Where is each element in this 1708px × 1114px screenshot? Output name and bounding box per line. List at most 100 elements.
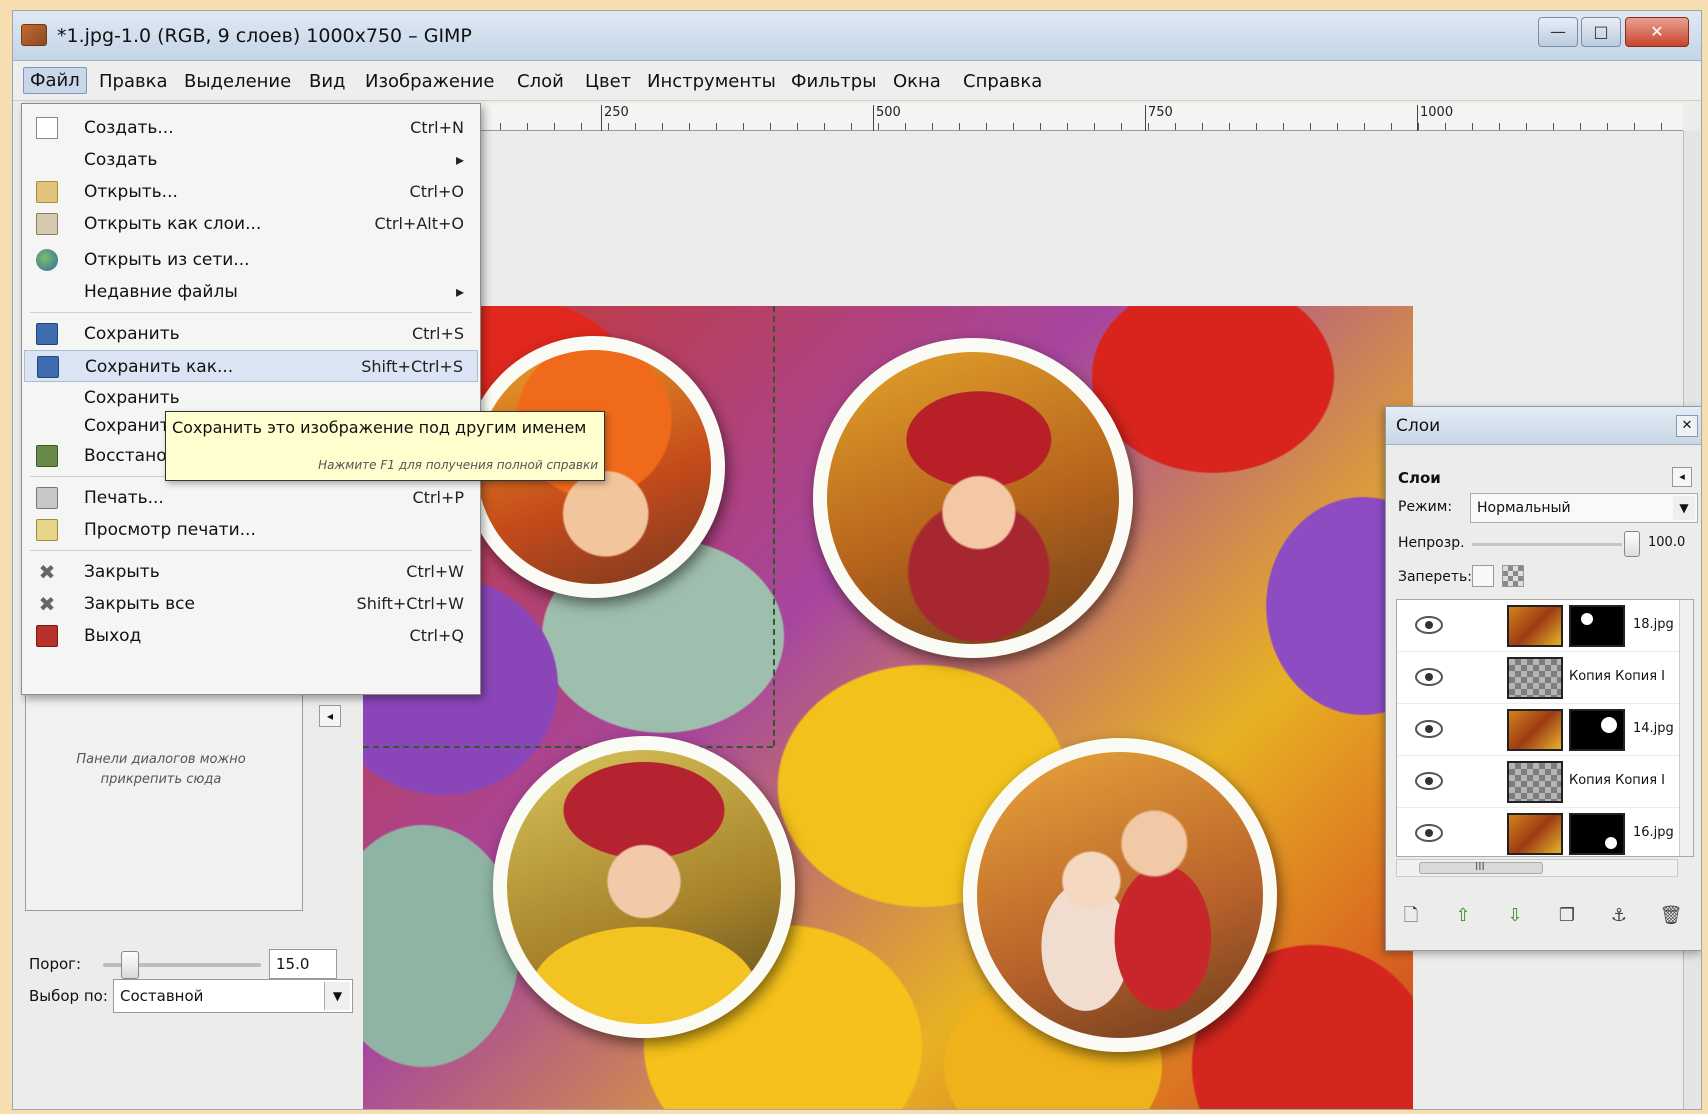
menu-item-open-as-layers[interactable]: Открыть как слои... Ctrl+Alt+O <box>24 208 478 240</box>
layer-row[interactable]: 14.jpg <box>1397 704 1681 756</box>
dock-menu-arrow-icon[interactable]: ◂ <box>319 705 341 727</box>
menu-item-shortcut: Ctrl+P <box>412 488 464 507</box>
lower-layer-icon[interactable]: ⇩ <box>1500 901 1530 929</box>
menu-item-label: Закрыть <box>84 562 160 582</box>
menu-item-shortcut: Ctrl+S <box>411 324 464 343</box>
menu-select[interactable]: Выделение <box>178 69 297 94</box>
menu-help[interactable]: Справка <box>957 69 1048 94</box>
close-x-icon: ✖ <box>38 560 56 584</box>
menu-item-label: Выход <box>84 626 142 646</box>
photo-girl-red-beret-top <box>813 338 1133 658</box>
anchor-layer-icon[interactable]: ⚓ <box>1604 901 1634 929</box>
layer-thumbnail <box>1507 813 1563 855</box>
layers-heading: Слои <box>1398 469 1441 487</box>
menu-item-new[interactable]: Создать... Ctrl+N <box>24 112 478 144</box>
ruler-label: 500 <box>873 105 901 131</box>
horizontal-ruler[interactable]: 250 500 750 1000 <box>473 103 1683 131</box>
eye-icon[interactable] <box>1415 668 1443 686</box>
layer-name[interactable]: 18.jpg <box>1633 617 1683 632</box>
eye-icon[interactable] <box>1415 720 1443 738</box>
menu-item-label: Сохранить <box>84 324 180 344</box>
lock-alpha-checkbox[interactable] <box>1502 565 1524 587</box>
menu-item-save[interactable]: Сохранить Ctrl+S <box>24 318 478 350</box>
menu-item-open-location[interactable]: Открыть из сети... <box>24 244 478 276</box>
menu-image[interactable]: Изображение <box>359 69 500 94</box>
minimize-button[interactable]: — <box>1538 17 1578 47</box>
eye-icon[interactable] <box>1415 616 1443 634</box>
menu-item-print-preview[interactable]: Просмотр печати... <box>24 514 478 546</box>
menu-item-label: Закрыть все <box>84 594 195 614</box>
chevron-down-icon[interactable]: ▼ <box>324 982 350 1010</box>
maximize-button[interactable]: □ <box>1581 17 1621 47</box>
layer-row[interactable]: Копия Копия I <box>1397 652 1681 704</box>
selection-guide <box>363 746 773 748</box>
select-by-dropdown[interactable]: Составной ▼ <box>113 979 353 1013</box>
menu-layer[interactable]: Слой <box>511 69 570 94</box>
menu-filters[interactable]: Фильтры <box>785 69 882 94</box>
selection-guide <box>773 306 775 746</box>
title-bar[interactable]: *1.jpg-1.0 (RGB, 9 слоев) 1000x750 – GIM… <box>13 11 1701 61</box>
layer-name[interactable]: 16.jpg <box>1633 825 1683 840</box>
mode-dropdown[interactable]: Нормальный ▼ <box>1470 493 1698 523</box>
menu-item-save-as[interactable]: Сохранить как... Shift+Ctrl+S <box>24 350 478 382</box>
menu-item-shortcut: Shift+Ctrl+W <box>356 594 464 613</box>
panel-menu-icon[interactable]: ◂ <box>1672 467 1692 487</box>
opacity-value[interactable]: 100.0 <box>1648 535 1685 550</box>
menu-item-shortcut: Ctrl+O <box>409 182 464 201</box>
close-all-icon: ✖ <box>38 592 56 616</box>
layer-name[interactable]: 14.jpg <box>1633 721 1683 736</box>
close-button[interactable]: ✕ <box>1625 17 1689 47</box>
menu-item-label: Печать... <box>84 488 164 508</box>
menu-item-quit[interactable]: Выход Ctrl+Q <box>24 620 478 652</box>
layer-row[interactable]: 18.jpg <box>1397 600 1681 652</box>
layer-list-scrollbar[interactable] <box>1679 600 1693 856</box>
menu-file[interactable]: Файл <box>23 67 87 94</box>
menu-separator <box>30 312 472 313</box>
menu-item-close-all[interactable]: ✖ Закрыть все Shift+Ctrl+W <box>24 588 478 620</box>
layer-row[interactable]: Копия Копия I <box>1397 756 1681 808</box>
tooltip-hint: Нажмите F1 для получения полной справки <box>318 458 598 472</box>
raise-layer-icon[interactable]: ⇧ <box>1448 901 1478 929</box>
opacity-slider-thumb[interactable] <box>1624 531 1640 557</box>
menu-item-recent[interactable]: Недавние файлы ▸ <box>24 276 478 308</box>
menu-tools[interactable]: Инструменты <box>641 69 782 94</box>
layer-name[interactable]: Копия Копия I <box>1569 773 1679 788</box>
gimp-window: *1.jpg-1.0 (RGB, 9 слоев) 1000x750 – GIM… <box>12 10 1702 1110</box>
layer-list[interactable]: 18.jpg Копия Копия I 14.jpg Копия Копия … <box>1396 599 1694 857</box>
lock-pixels-checkbox[interactable] <box>1472 565 1494 587</box>
layers-title-bar[interactable]: Слои ✕ <box>1386 407 1701 445</box>
layer-list-hscrollbar[interactable]: III <box>1396 859 1678 877</box>
mode-value: Нормальный <box>1477 500 1571 516</box>
menu-item-create[interactable]: Создать ▸ <box>24 144 478 176</box>
opacity-slider-track[interactable] <box>1472 543 1622 546</box>
new-layer-icon[interactable]: 🗋 <box>1396 901 1426 929</box>
menu-item-close[interactable]: ✖ Закрыть Ctrl+W <box>24 556 478 588</box>
threshold-slider-thumb[interactable] <box>121 951 139 979</box>
menu-edit[interactable]: Правка <box>93 69 174 94</box>
menu-windows[interactable]: Окна <box>887 69 947 94</box>
menu-item-print[interactable]: Печать... Ctrl+P <box>24 482 478 514</box>
photo-two-children <box>963 738 1277 1052</box>
threshold-input[interactable]: 15.0 <box>269 949 337 979</box>
menu-view[interactable]: Вид <box>303 69 352 94</box>
gimp-app-icon <box>21 24 47 46</box>
layer-row[interactable]: 16.jpg <box>1397 808 1683 856</box>
duplicate-layer-icon[interactable]: ❐ <box>1552 901 1582 929</box>
file-menu-dropdown: Создать... Ctrl+N Создать ▸ Открыть... C… <box>21 103 481 695</box>
close-icon[interactable]: ✕ <box>1676 415 1698 437</box>
layer-name[interactable]: Копия Копия I <box>1569 669 1679 684</box>
submenu-arrow-icon: ▸ <box>455 150 464 169</box>
chevron-down-icon[interactable]: ▼ <box>1673 496 1695 520</box>
layer-mask-thumbnail <box>1569 813 1625 855</box>
tool-options-dock: Панели диалогов можно прикрепить сюда ◂ <box>13 631 363 1109</box>
eye-icon[interactable] <box>1415 824 1443 842</box>
layer-mask-thumbnail <box>1569 605 1625 647</box>
eye-icon[interactable] <box>1415 772 1443 790</box>
menu-color[interactable]: Цвет <box>579 69 637 94</box>
menu-item-label: Сохранить <box>84 388 180 408</box>
menu-item-open[interactable]: Открыть... Ctrl+O <box>24 176 478 208</box>
globe-icon <box>36 249 58 271</box>
delete-layer-icon[interactable]: 🗑 <box>1656 901 1686 929</box>
save-as-tooltip: Сохранить это изображение под другим име… <box>165 411 605 481</box>
layer-thumbnail <box>1507 605 1563 647</box>
